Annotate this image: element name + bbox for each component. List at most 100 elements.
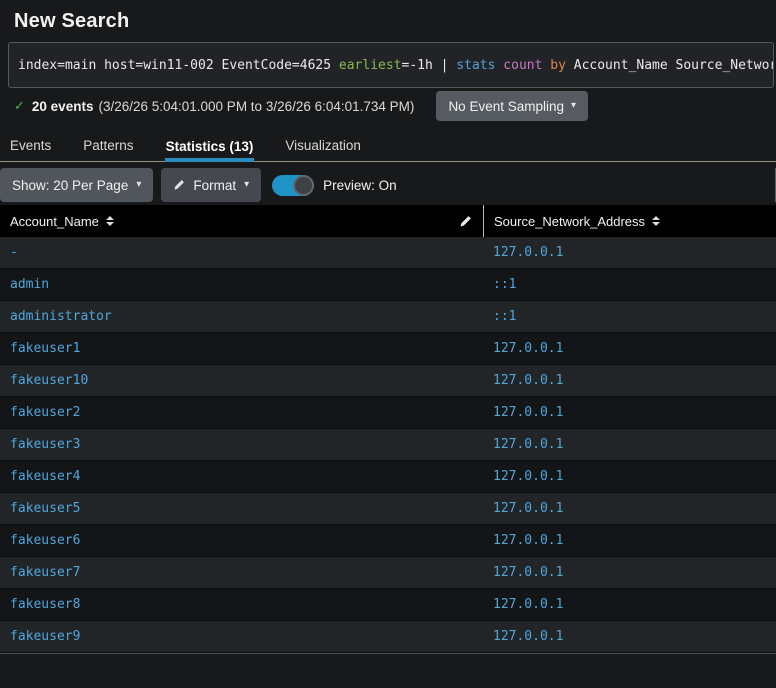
source-network-address-value[interactable]: 127.0.0.1 (493, 245, 563, 260)
table-cell: ::1 (483, 269, 776, 300)
table-row: fakeuser8 127.0.0.1 (0, 589, 776, 621)
table-cell: admin (0, 269, 483, 300)
event-count[interactable]: 20 events (32, 99, 94, 114)
tab-events[interactable]: Events (9, 131, 52, 161)
source-network-address-value[interactable]: 127.0.0.1 (493, 629, 563, 644)
query-token-keyword: by (550, 57, 566, 73)
table-cell: fakeuser7 (0, 557, 483, 588)
account-name-value[interactable]: fakeuser5 (10, 501, 80, 516)
source-network-address-value[interactable]: 127.0.0.1 (493, 597, 563, 612)
account-name-value[interactable]: fakeuser7 (10, 565, 80, 580)
edit-column-pencil-icon[interactable] (459, 215, 472, 228)
table-row: fakeuser4 127.0.0.1 (0, 461, 776, 493)
time-range: (3/26/26 5:04:01.000 PM to 3/26/26 6:04:… (98, 98, 415, 114)
table-row: fakeuser10 127.0.0.1 (0, 365, 776, 397)
table-cell: - (0, 237, 483, 268)
table-cell: 127.0.0.1 (483, 461, 776, 492)
account-name-value[interactable]: fakeuser4 (10, 469, 80, 484)
account-name-value[interactable]: fakeuser6 (10, 533, 80, 548)
table-cell: fakeuser10 (0, 365, 483, 396)
search-query: index=main host=win11-002 EventCode=4625… (18, 57, 773, 73)
account-name-value[interactable]: fakeuser1 (10, 341, 80, 356)
column-header-source-network-address: Source_Network_Address (483, 205, 776, 237)
preview-label: Preview: On (323, 177, 397, 193)
table-cell: 127.0.0.1 (483, 333, 776, 364)
table-row: administrator::1 (0, 301, 776, 333)
source-network-address-value[interactable]: 127.0.0.1 (493, 501, 563, 516)
table-cell: 127.0.0.1 (483, 397, 776, 428)
account-name-value[interactable]: fakeuser10 (10, 373, 88, 388)
account-name-value[interactable]: fakeuser8 (10, 597, 80, 612)
search-input[interactable]: index=main host=win11-002 EventCode=4625… (8, 42, 774, 88)
table-row: admin::1 (0, 269, 776, 301)
column-label: Account_Name (10, 213, 99, 229)
query-token-plain: index=main host=win11-002 EventCode=4625 (18, 57, 339, 73)
table-cell: ::1 (483, 301, 776, 332)
statistics-table: Account_Name Source_Network_Address - 127… (0, 205, 776, 688)
tab-statistics-13[interactable]: Statistics (13) (164, 132, 255, 162)
table-cell: 127.0.0.1 (483, 429, 776, 460)
tabs: Events Patterns Statistics (13) Visualizati… (0, 131, 776, 162)
format-label: Format (193, 177, 237, 193)
sort-column-source-network-address[interactable]: Source_Network_Address (494, 213, 661, 229)
results-controls: Show: 20 Per Page ▾ Format ▾ Preview: On (0, 168, 776, 202)
table-cell: 127.0.0.1 (483, 365, 776, 396)
source-network-address-value[interactable]: 127.0.0.1 (493, 437, 563, 452)
sort-column-account-name[interactable]: Account_Name (10, 214, 114, 229)
check-icon: ✓ (14, 98, 25, 113)
account-name-value[interactable]: administrator (10, 309, 112, 324)
table-cell: 127.0.0.1 (483, 589, 776, 620)
sort-icon (105, 216, 114, 226)
per-page-button[interactable]: Show: 20 Per Page ▾ (0, 168, 154, 202)
account-name-value[interactable]: admin (10, 277, 49, 292)
table-cell: fakeuser6 (0, 525, 483, 556)
account-name-value[interactable]: fakeuser3 (10, 437, 80, 452)
source-network-address-value[interactable]: 127.0.0.1 (493, 565, 563, 580)
query-token-modifier: earliest (338, 57, 402, 73)
query-token-function: count (503, 57, 543, 73)
table-cell: 127.0.0.1 (483, 621, 776, 652)
table-row: fakeuser2 127.0.0.1 (0, 397, 776, 429)
table-row: - 127.0.0.1 (0, 237, 776, 269)
table-cell: fakeuser2 (0, 397, 483, 428)
table-cell: 127.0.0.1 (483, 557, 776, 588)
source-network-address-value[interactable]: 127.0.0.1 (493, 405, 563, 420)
preview-toggle[interactable] (272, 174, 315, 196)
table-cell: 127.0.0.1 (483, 525, 776, 556)
account-name-value[interactable]: fakeuser2 (10, 405, 80, 420)
tab-patterns[interactable]: Patterns (82, 131, 134, 161)
table-row: fakeuser1 127.0.0.1 (0, 333, 776, 365)
source-network-address-value[interactable]: ::1 (493, 309, 516, 324)
table-cell: fakeuser1 (0, 333, 483, 364)
events-status-bar: ✓ 20 events (3/26/26 5:04:01.000 PM to 3… (0, 91, 776, 121)
account-name-value[interactable]: fakeuser9 (10, 629, 80, 644)
source-network-address-value[interactable]: 127.0.0.1 (493, 533, 563, 548)
table-cell: 127.0.0.1 (483, 493, 776, 524)
table-cell: fakeuser9 (0, 621, 483, 652)
table-row: fakeuser3 127.0.0.1 (0, 429, 776, 461)
caret-down-icon: ▾ (244, 179, 250, 190)
table-body: -127.0.0.1 admin::1 administrator::1 fakeus… (0, 237, 776, 653)
table-cell: fakeuser3 (0, 429, 483, 460)
table-cell: 127.0.0.1 (483, 237, 776, 268)
query-token-plain: | (440, 57, 457, 73)
sort-icon (652, 216, 661, 226)
table-cell: fakeuser5 (0, 493, 483, 524)
table-cell: administrator (0, 301, 483, 332)
page-title: New Search (14, 10, 130, 32)
table-cell: fakeuser4 (0, 461, 483, 492)
query-token-plain: Account_Name Source_Network_Address (573, 57, 773, 73)
source-network-address-value[interactable]: 127.0.0.1 (493, 469, 563, 484)
format-button[interactable]: Format ▾ (161, 168, 262, 202)
table-footer (0, 653, 776, 688)
table-cell: fakeuser8 (0, 589, 483, 620)
source-network-address-value[interactable]: ::1 (493, 277, 516, 292)
tab-visualization[interactable]: Visualization (284, 131, 362, 161)
source-network-address-value[interactable]: 127.0.0.1 (493, 341, 563, 356)
column-label: Source_Network_Address (494, 213, 646, 229)
account-name-value[interactable]: - (10, 245, 18, 260)
event-sampling-button[interactable]: No Event Sampling ▾ (436, 91, 589, 121)
caret-down-icon: ▾ (571, 100, 577, 111)
pencil-icon (173, 179, 185, 191)
source-network-address-value[interactable]: 127.0.0.1 (493, 373, 563, 388)
